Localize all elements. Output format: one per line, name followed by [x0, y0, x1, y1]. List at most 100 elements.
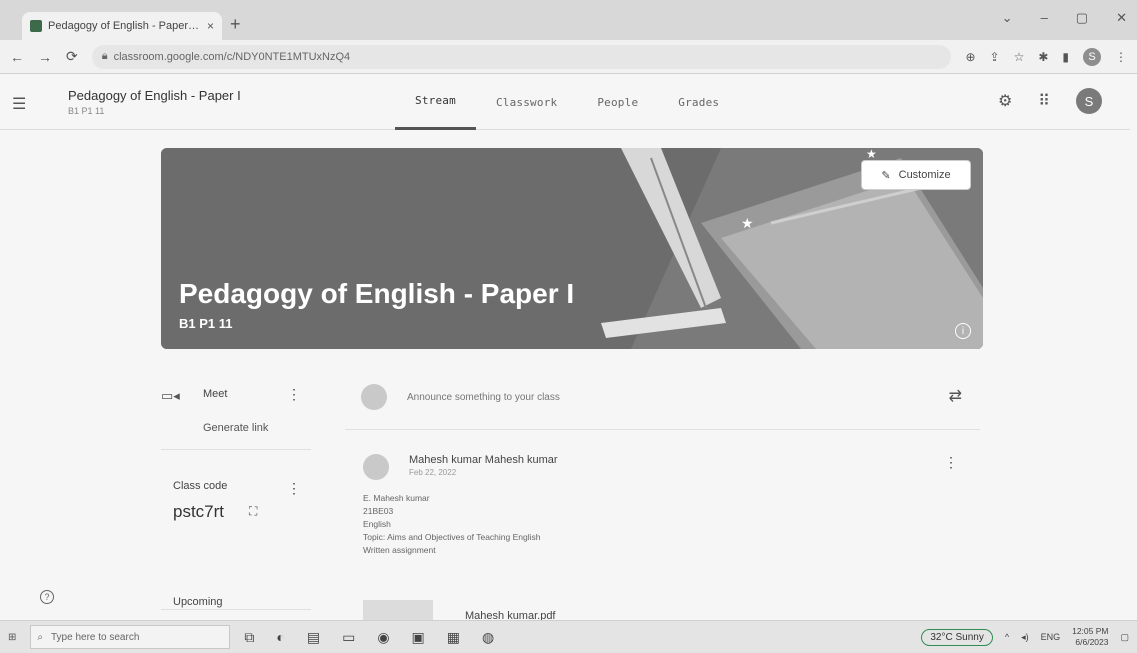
classroom-header: ☰ Pedagogy of English - Paper I B1 P1 11… [0, 74, 1130, 130]
class-code-options-icon[interactable]: ⋮ [287, 480, 301, 497]
system-tray: 32°C Sunny ^ ◂) ENG 12:05 PM 6/6/2023 ▢ [921, 626, 1129, 648]
share-icon[interactable]: ⇪ [990, 50, 1000, 64]
post-line: English [363, 519, 391, 529]
upcoming-label: Upcoming [173, 596, 223, 608]
meet-card: ▭◂ Meet ⋮ Generate link [161, 370, 311, 450]
announce-box[interactable]: Announce something to your class ⇄ [345, 370, 980, 430]
post-options-icon[interactable]: ⋮ [944, 454, 958, 471]
menu-icon[interactable]: ☰ [12, 94, 26, 114]
customize-button[interactable]: ✎ Customize [861, 160, 971, 190]
clock[interactable]: 12:05 PM 6/6/2023 [1072, 626, 1108, 648]
chrome-icon[interactable]: ◉ [377, 629, 389, 646]
announce-placeholder: Announce something to your class [407, 392, 560, 403]
course-section: B1 P1 11 [68, 106, 105, 116]
banner-title: Pedagogy of English - Paper I [179, 278, 575, 309]
tab-grades[interactable]: Grades [658, 74, 739, 130]
post-line: 21BE03 [363, 506, 394, 516]
taskbar-search-placeholder: Type here to search [51, 631, 140, 643]
window-controls: ⌄ – ▢ ✕ [1002, 10, 1127, 26]
toolbar-actions: ⊕ ⇪ ☆ ✱ ▮ S ⋮ [965, 47, 1127, 66]
word-icon[interactable]: ▦ [447, 629, 460, 646]
post-author: Mahesh kumar Mahesh kumar [409, 454, 558, 466]
stream-post: Mahesh kumar Mahesh kumar Feb 22, 2022 ⋮… [345, 430, 980, 590]
tab-classwork[interactable]: Classwork [476, 74, 577, 130]
stream-feed: Announce something to your class ⇄ Mahes… [345, 370, 980, 590]
post-line: Written assignment [363, 545, 436, 555]
info-icon[interactable]: i [955, 323, 971, 339]
browser-tab-strip: Pedagogy of English - Paper I | Cl × + ⌄… [0, 0, 1137, 40]
close-window-button[interactable]: ✕ [1116, 10, 1127, 26]
new-tab-button[interactable]: + [230, 14, 241, 35]
close-tab-icon[interactable]: × [207, 19, 214, 33]
bookmark-star-icon[interactable]: ☆ [1014, 50, 1025, 64]
store-icon[interactable]: ▤ [307, 629, 320, 646]
browser-tab-title: Pedagogy of English - Paper I | Cl [48, 20, 201, 32]
pencil-icon: ✎ [881, 169, 891, 182]
gear-icon[interactable]: ⚙ [998, 91, 1012, 111]
reload-icon[interactable]: ⟳ [66, 48, 78, 65]
tab-stream[interactable]: Stream [395, 74, 476, 130]
minimize-button[interactable]: – [1041, 10, 1048, 26]
browser-tab[interactable]: Pedagogy of English - Paper I | Cl × [22, 12, 222, 40]
meet-label: Meet [203, 388, 228, 400]
svg-text:★: ★ [741, 215, 754, 231]
lock-icon: 🔒︎ [101, 50, 108, 62]
banner-subtitle: B1 P1 11 [179, 316, 233, 331]
generate-link[interactable]: Generate link [203, 422, 268, 434]
install-app-icon[interactable]: ⊕ [965, 50, 975, 64]
maximize-button[interactable]: ▢ [1076, 10, 1088, 26]
forward-arrow-icon[interactable]: → [38, 49, 52, 65]
browser-menu-icon[interactable]: ⋮ [1115, 50, 1127, 64]
account-avatar[interactable]: S [1076, 88, 1102, 114]
class-code-value: pstc7rt [173, 502, 225, 521]
clock-time: 12:05 PM [1072, 626, 1109, 636]
edge-icon[interactable]: ◐ [276, 629, 284, 646]
screen: Pedagogy of English - Paper I | Cl × + ⌄… [0, 0, 1137, 653]
task-view-icon[interactable]: ⧉ [244, 629, 254, 646]
taskbar-apps: ⧉ ◐ ▤ ▭ ◉ ▣ ▦ ◍ [244, 629, 494, 646]
address-bar[interactable]: 🔒︎ classroom.google.com/c/NDY0NTE1MTUxNz… [91, 44, 952, 69]
language-indicator[interactable]: ENG [1041, 632, 1061, 642]
extensions-icon[interactable]: ✱ [1038, 50, 1048, 64]
post-line: E. Mahesh kumar [363, 493, 430, 503]
weather-widget[interactable]: 32°C Sunny [921, 628, 993, 646]
class-code-card: Class code ⋮ pstc7rt ⛶ [161, 480, 311, 610]
header-actions: ⚙ ⠿ S [998, 88, 1102, 114]
fullscreen-icon[interactable]: ⛶ [249, 504, 257, 519]
course-name[interactable]: Pedagogy of English - Paper I [68, 88, 241, 103]
windows-taskbar: ⊞ ⌕ Type here to search ⧉ ◐ ▤ ▭ ◉ ▣ ▦ ◍ … [0, 620, 1137, 653]
app-icon[interactable]: ▣ [412, 629, 425, 646]
clock-date: 6/6/2023 [1075, 637, 1109, 647]
left-sidebar: ▭◂ Meet ⋮ Generate link Class code ⋮ pst… [161, 370, 311, 610]
customize-label: Customize [898, 169, 951, 181]
class-code-label: Class code [173, 480, 228, 492]
tab-search-button[interactable]: ⌄ [1002, 10, 1013, 26]
repost-icon[interactable]: ⇄ [949, 386, 962, 406]
video-camera-icon: ▭◂ [161, 388, 180, 403]
volume-icon[interactable]: ◂) [1021, 632, 1029, 643]
post-body: E. Mahesh kumar 21BE03 English Topic: Ai… [363, 492, 541, 557]
chrome-profile-icon[interactable]: ◍ [482, 629, 494, 646]
course-banner: ★ ★ Pedagogy of English - Paper I B1 P1 … [161, 148, 983, 349]
url-text: classroom.google.com/c/NDY0NTE1MTUxNzQ4 [113, 50, 351, 63]
banner-illustration: ★ ★ [161, 148, 983, 349]
post-line: Topic: Aims and Objectives of Teaching E… [363, 532, 541, 542]
taskbar-search[interactable]: ⌕ Type here to search [30, 625, 231, 649]
file-explorer-icon[interactable]: ▭ [342, 629, 355, 646]
browser-toolbar: ← → ⟳ 🔒︎ classroom.google.com/c/NDY0NTE1… [0, 40, 1137, 74]
search-icon: ⌕ [37, 631, 43, 643]
side-panel-icon[interactable]: ▮ [1062, 50, 1069, 64]
profile-avatar[interactable]: S [1083, 47, 1101, 66]
tab-people[interactable]: People [577, 74, 658, 130]
back-arrow-icon[interactable]: ← [10, 49, 24, 65]
classroom-favicon-icon [30, 20, 42, 32]
windows-start-icon[interactable]: ⊞ [8, 632, 16, 643]
help-icon[interactable]: ? [40, 590, 54, 604]
notification-icon[interactable]: ▢ [1120, 632, 1129, 643]
post-author-avatar [363, 454, 389, 480]
meet-options-icon[interactable]: ⋮ [287, 386, 301, 403]
apps-grid-icon[interactable]: ⠿ [1038, 91, 1050, 111]
post-date: Feb 22, 2022 [409, 468, 457, 477]
avatar [361, 384, 387, 410]
show-hidden-icons-icon[interactable]: ^ [1005, 632, 1009, 642]
